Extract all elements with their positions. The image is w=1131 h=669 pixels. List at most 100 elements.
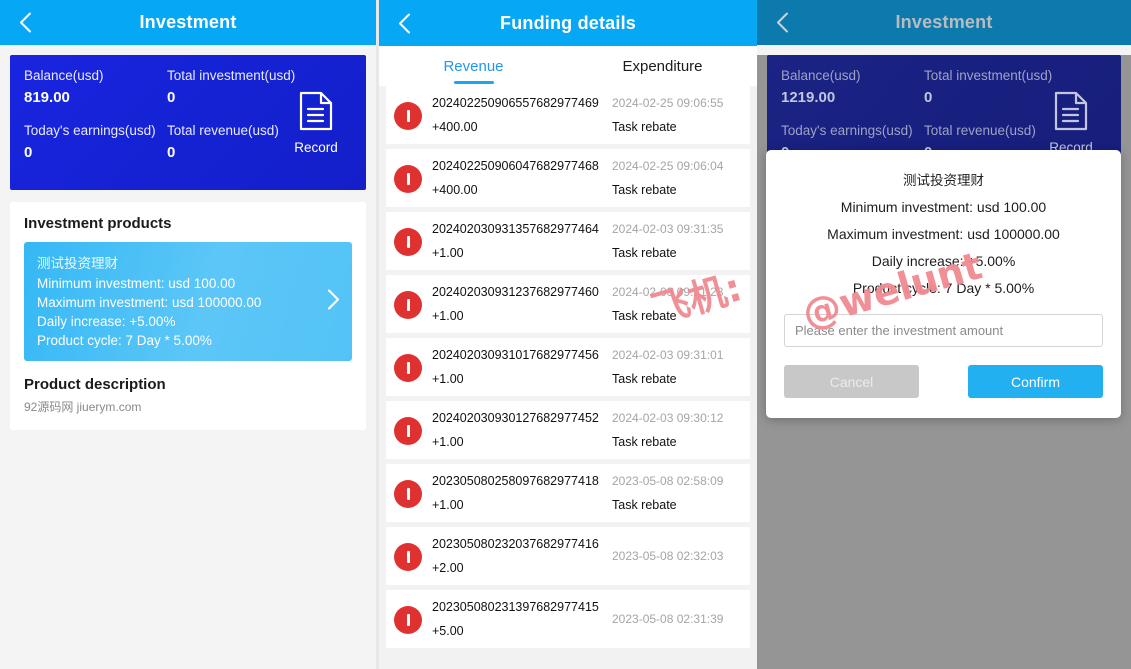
transaction-time: 2024-02-03 09:31:23 bbox=[612, 285, 724, 299]
document-icon bbox=[1054, 91, 1088, 136]
table-row[interactable]: 202402030931017682977456 +1.00 2024-02-0… bbox=[386, 338, 750, 396]
balance-label: Balance(usd) bbox=[24, 68, 104, 83]
transaction-amount: +5.00 bbox=[432, 624, 464, 638]
transaction-note: Task rebate bbox=[612, 183, 677, 197]
investment-panel: Investment Balance(usd) 819.00 Today's e… bbox=[0, 0, 376, 669]
transaction-meta: 2024-02-03 09:30:12 Task rebate bbox=[612, 409, 740, 451]
exclamation-circle-icon bbox=[394, 606, 422, 634]
transaction-id: 202305080232037682977416 bbox=[432, 537, 599, 551]
balance-value: 1219.00 bbox=[781, 89, 836, 106]
exclamation-circle-icon bbox=[394, 228, 422, 256]
back-icon[interactable] bbox=[393, 12, 415, 34]
balance-column-1: Balance(usd) 819.00 Today's earnings(usd… bbox=[24, 67, 167, 178]
dialog-product-cycle: Product cycle: 7 Day * 5.00% bbox=[852, 280, 1035, 296]
left-panel-body: Balance(usd) 819.00 Today's earnings(usd… bbox=[0, 55, 376, 430]
today-earnings-label: Today's earnings(usd) bbox=[24, 123, 156, 138]
transaction-time: 2023-05-08 02:31:39 bbox=[612, 612, 724, 626]
transaction-meta: 2024-02-25 09:06:55 Task rebate bbox=[612, 94, 740, 136]
balance-block: Balance(usd) 819.00 bbox=[24, 67, 167, 106]
left-appbar: Investment bbox=[0, 0, 376, 45]
transaction-meta: 2024-02-03 09:31:35 Task rebate bbox=[612, 220, 740, 262]
transaction-id: 202402030931357682977464 bbox=[432, 222, 599, 236]
chevron-right-icon bbox=[327, 288, 340, 315]
mid-appbar: Funding details bbox=[379, 0, 757, 46]
transaction-meta: 2023-05-08 02:58:09 Task rebate bbox=[612, 472, 740, 514]
transaction-id: 202305080231397682977415 bbox=[432, 600, 599, 614]
confirm-button[interactable]: Confirm bbox=[968, 365, 1103, 398]
transaction-meta: 2024-02-03 09:31:23 Task rebate bbox=[612, 283, 740, 325]
transaction-note: Task rebate bbox=[612, 309, 677, 323]
exclamation-circle-icon bbox=[394, 354, 422, 382]
dialog-actions: Cancel Confirm bbox=[784, 365, 1103, 398]
transaction-id: 202402250906557682977469 bbox=[432, 96, 599, 110]
transaction-amount: +1.00 bbox=[432, 498, 464, 512]
record-button[interactable]: Record bbox=[280, 91, 352, 155]
tab-revenue[interactable]: Revenue bbox=[379, 46, 568, 86]
back-icon[interactable] bbox=[771, 12, 793, 34]
transaction-meta: 2024-02-25 09:06:04 Task rebate bbox=[612, 157, 740, 199]
transaction-id: 202305080258097682977418 bbox=[432, 474, 599, 488]
transaction-time: 2024-02-03 09:30:12 bbox=[612, 411, 724, 425]
exclamation-circle-icon bbox=[394, 291, 422, 319]
product-description-title: Product description bbox=[24, 376, 166, 393]
today-earnings-value: 0 bbox=[24, 144, 33, 161]
product-maximum: Maximum investment: usd 100000.00 bbox=[37, 295, 262, 310]
tab-expenditure[interactable]: Expenditure bbox=[568, 46, 757, 86]
back-icon[interactable] bbox=[14, 12, 36, 34]
table-row[interactable]: 202305080231397682977415 +5.00 2023-05-0… bbox=[386, 590, 750, 648]
transaction-main: 202402250906557682977469 +400.00 bbox=[432, 94, 612, 136]
transaction-amount: +2.00 bbox=[432, 561, 464, 575]
transaction-list[interactable]: 202402250906557682977469 +400.00 2024-02… bbox=[379, 86, 757, 669]
app-screen: Investment Balance(usd) 819.00 Today's e… bbox=[0, 0, 1131, 669]
transaction-id: 202402030930127682977452 bbox=[432, 411, 599, 425]
transaction-main: 202305080258097682977418 +1.00 bbox=[432, 472, 612, 514]
transaction-main: 202402250906047682977468 +400.00 bbox=[432, 157, 612, 199]
exclamation-circle-icon bbox=[394, 417, 422, 445]
transaction-main: 202402030931237682977460 +1.00 bbox=[432, 283, 612, 325]
cancel-button[interactable]: Cancel bbox=[784, 365, 919, 398]
transaction-amount: +1.00 bbox=[432, 372, 464, 386]
table-row[interactable]: 202305080258097682977418 +1.00 2023-05-0… bbox=[386, 464, 750, 522]
exclamation-circle-icon bbox=[394, 480, 422, 508]
table-row[interactable]: 202402250906047682977468 +400.00 2024-02… bbox=[386, 149, 750, 207]
exclamation-circle-icon bbox=[394, 165, 422, 193]
transaction-meta: 2023-05-08 02:32:03 bbox=[612, 527, 740, 585]
dialog-maximum: Maximum investment: usd 100000.00 bbox=[827, 226, 1060, 242]
page-title: Investment bbox=[139, 12, 237, 32]
transaction-note: Task rebate bbox=[612, 372, 677, 386]
balance-label: Balance(usd) bbox=[781, 68, 861, 83]
dialog-minimum: Minimum investment: usd 100.00 bbox=[840, 199, 1047, 215]
product-item[interactable]: 测试投资理财 Minimum investment: usd 100.00 Ma… bbox=[24, 242, 352, 361]
dimmed-overlay[interactable]: Balance(usd) 1219.00 Today's earnings(us… bbox=[757, 55, 1131, 669]
investment-products-card: Investment products 测试投资理财 Minimum inves… bbox=[10, 202, 366, 430]
investment-amount-input[interactable] bbox=[784, 314, 1103, 347]
table-row[interactable]: 202402030931237682977460 +1.00 2024-02-0… bbox=[386, 275, 750, 333]
table-row[interactable]: 202305080232037682977416 +2.00 2023-05-0… bbox=[386, 527, 750, 585]
transaction-main: 202402030930127682977452 +1.00 bbox=[432, 409, 612, 451]
transaction-note: Task rebate bbox=[612, 435, 677, 449]
transaction-meta: 2024-02-03 09:31:01 Task rebate bbox=[612, 346, 740, 388]
balance-value: 819.00 bbox=[24, 89, 70, 106]
table-row[interactable]: 202402030931357682977464 +1.00 2024-02-0… bbox=[386, 212, 750, 270]
transaction-amount: +400.00 bbox=[432, 183, 478, 197]
transaction-id: 202402030931237682977460 bbox=[432, 285, 599, 299]
record-button[interactable]: Record bbox=[1035, 91, 1107, 155]
table-row[interactable]: 202402250906557682977469 +400.00 2024-02… bbox=[386, 86, 750, 144]
document-icon bbox=[299, 91, 333, 136]
balance-block: Balance(usd) 1219.00 bbox=[781, 67, 924, 106]
table-row[interactable]: 202402030930127682977452 +1.00 2024-02-0… bbox=[386, 401, 750, 459]
record-label: Record bbox=[294, 139, 338, 155]
tab-expenditure-label: Expenditure bbox=[622, 57, 703, 75]
today-earnings-block: Today's earnings(usd) 0 bbox=[24, 122, 167, 161]
transaction-time: 2023-05-08 02:32:03 bbox=[612, 549, 724, 563]
total-investment-label: Total investment(usd) bbox=[924, 68, 1053, 83]
exclamation-circle-icon bbox=[394, 543, 422, 571]
balance-card: Balance(usd) 819.00 Today's earnings(usd… bbox=[10, 55, 366, 190]
transaction-time: 2024-02-03 09:31:35 bbox=[612, 222, 724, 236]
transaction-time: 2023-05-08 02:58:09 bbox=[612, 474, 724, 488]
transaction-amount: +400.00 bbox=[432, 120, 478, 134]
exclamation-circle-icon bbox=[394, 102, 422, 130]
transaction-meta: 2023-05-08 02:31:39 bbox=[612, 590, 740, 648]
products-section-title: Investment products bbox=[24, 215, 172, 232]
transaction-main: 202305080232037682977416 +2.00 bbox=[432, 535, 612, 577]
